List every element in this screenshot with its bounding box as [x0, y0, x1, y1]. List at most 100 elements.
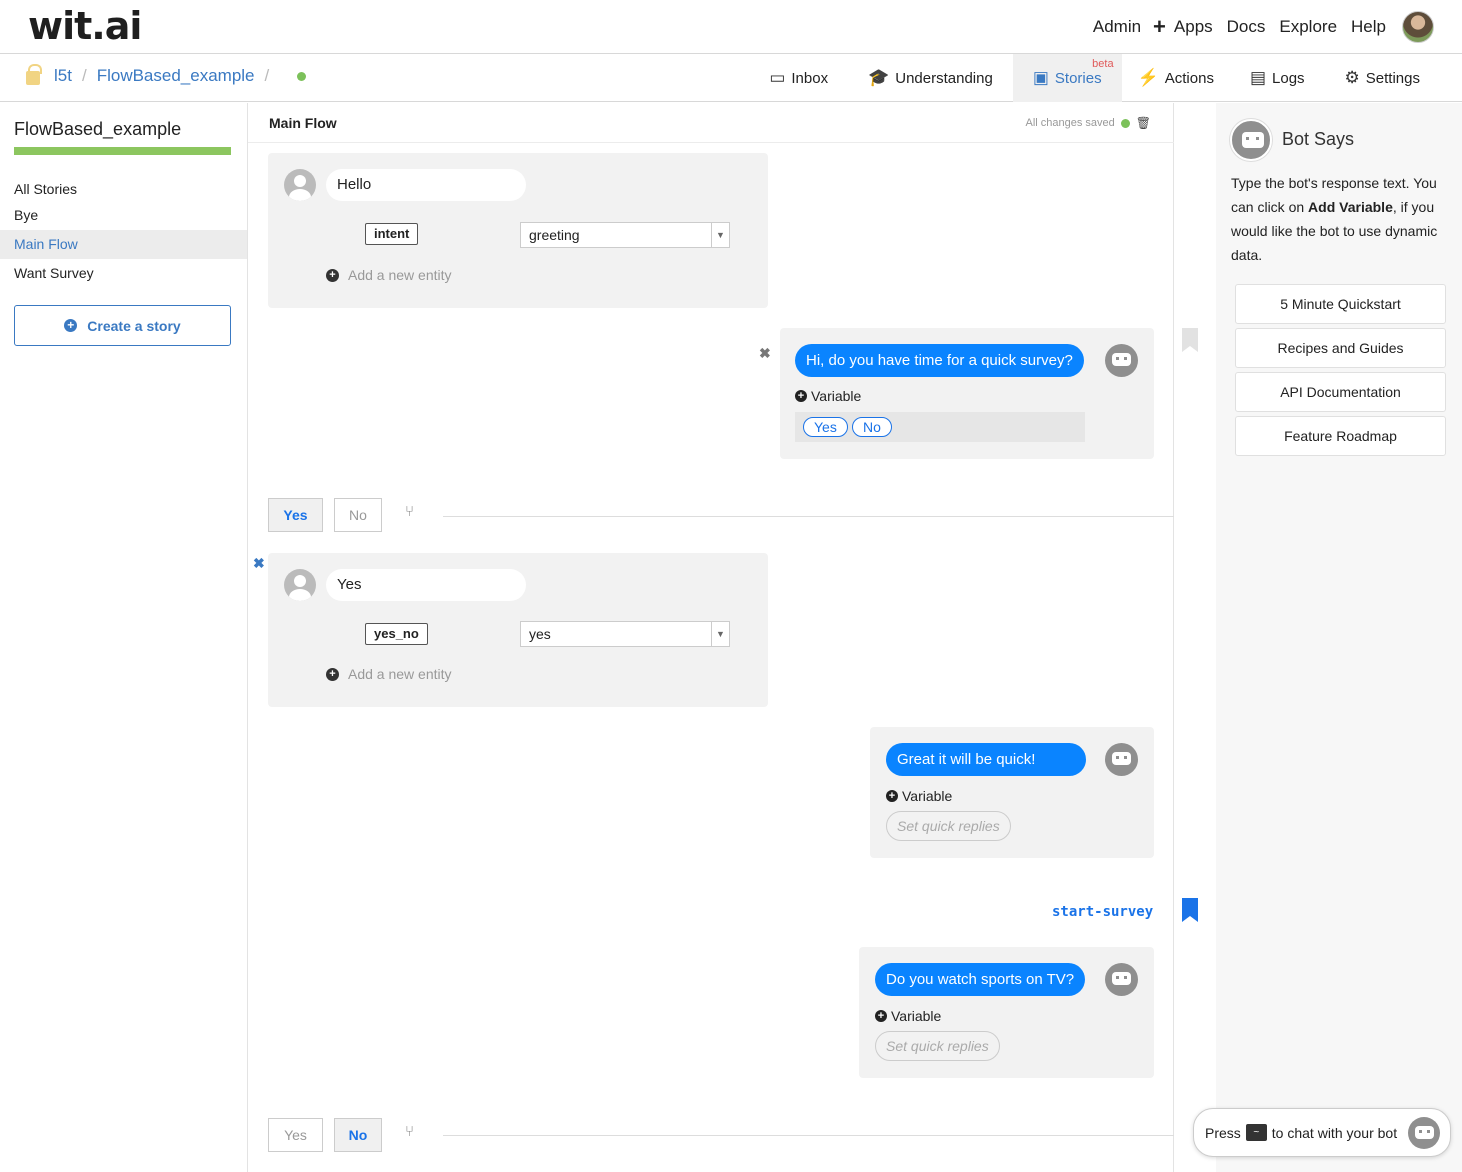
- progress-bar: [14, 147, 231, 155]
- branch-yes-button[interactable]: Yes: [268, 1118, 323, 1152]
- bot-avatar-icon: [1105, 743, 1138, 776]
- help-text-bold: Add Variable: [1308, 199, 1393, 215]
- variable-label: Variable: [902, 788, 953, 804]
- quick-reply-chip[interactable]: Yes: [803, 417, 848, 437]
- nav-explore[interactable]: Explore: [1279, 17, 1337, 37]
- bot-avatar-icon: [1105, 344, 1138, 377]
- image-icon: ▣: [1032, 68, 1049, 87]
- bot-message[interactable]: Great it will be quick!: [886, 743, 1086, 776]
- help-panel: Bot Says Type the bot's response text. Y…: [1216, 103, 1462, 1172]
- add-variable-button[interactable]: + Variable: [875, 1008, 941, 1024]
- story-editor: Main Flow All changes saved 🗑 Hello inte…: [248, 103, 1174, 1172]
- inbox-icon: ▭: [769, 68, 786, 87]
- tab-stories[interactable]: ▣ Stories beta: [1012, 54, 1122, 102]
- branch-icon[interactable]: ⑂: [405, 1123, 414, 1140]
- tab-label: Inbox: [791, 69, 829, 87]
- nav-admin[interactable]: Admin: [1093, 17, 1141, 37]
- all-stories-heading[interactable]: All Stories: [14, 181, 77, 197]
- tab-actions[interactable]: ⚡ Actions: [1122, 54, 1230, 102]
- tab-settings[interactable]: ⚙ Settings: [1325, 54, 1440, 102]
- story-item-main-flow[interactable]: Main Flow: [0, 230, 247, 259]
- entity-value-select[interactable]: greeting ▼: [520, 222, 730, 248]
- branch-no-button[interactable]: No: [334, 498, 382, 532]
- roadmap-link[interactable]: Feature Roadmap: [1235, 416, 1446, 456]
- user-avatar[interactable]: [1402, 11, 1434, 43]
- user-avatar-icon: [284, 169, 316, 201]
- saved-text: All changes saved: [1025, 117, 1115, 129]
- chevron-down-icon: ▼: [711, 223, 729, 247]
- create-story-label: Create a story: [87, 317, 181, 334]
- add-icon[interactable]: +: [1153, 14, 1166, 40]
- tab-label: Stories: [1054, 69, 1102, 87]
- add-entity-label: Add a new entity: [348, 666, 452, 682]
- divider: [248, 142, 1174, 143]
- tab-label: Understanding: [895, 69, 993, 87]
- wit-ai-logo[interactable]: wit.ai: [28, 4, 142, 48]
- entity-value: yes: [529, 626, 551, 642]
- tab-inbox[interactable]: ▭ Inbox: [749, 54, 848, 102]
- recipes-link[interactable]: Recipes and Guides: [1235, 328, 1446, 368]
- help-title: Bot Says: [1282, 129, 1355, 149]
- app-name: FlowBased_example: [14, 119, 182, 139]
- add-variable-button[interactable]: + Variable: [795, 388, 861, 404]
- entity-name-tag[interactable]: yes_no: [365, 623, 428, 645]
- user-turn-card: Hello intent greeting ▼ + Add a new enti…: [268, 153, 768, 308]
- saved-dot: [1120, 118, 1130, 128]
- user-message-input[interactable]: Yes: [326, 569, 526, 601]
- api-docs-link[interactable]: API Documentation: [1235, 372, 1446, 412]
- breadcrumb-separator: /: [81, 66, 87, 85]
- entity-value-select[interactable]: yes ▼: [520, 621, 730, 647]
- top-nav: Admin + Apps Docs Explore Help: [1079, 10, 1434, 44]
- plus-circle-icon: +: [875, 1010, 887, 1022]
- branch-icon[interactable]: ⑂: [405, 503, 414, 520]
- breadcrumb: l5t / FlowBased_example /: [26, 64, 307, 86]
- tab-logs[interactable]: ▤ Logs: [1230, 54, 1325, 102]
- tab-understanding[interactable]: 🎓 Understanding: [848, 54, 1013, 102]
- trash-icon[interactable]: 🗑: [1136, 116, 1151, 130]
- add-variable-button[interactable]: + Variable: [886, 788, 952, 804]
- add-entity-button[interactable]: + Add a new entity: [326, 267, 452, 283]
- set-quick-replies-input[interactable]: Set quick replies: [886, 811, 1011, 841]
- bot-avatar-icon: [1408, 1117, 1440, 1149]
- quick-reply-chip[interactable]: No: [852, 417, 892, 437]
- app-subheader: l5t / FlowBased_example / ▭ Inbox 🎓 Unde…: [0, 54, 1462, 102]
- graduation-cap-icon: 🎓: [868, 68, 890, 87]
- entity-name-tag[interactable]: intent: [365, 223, 419, 245]
- breadcrumb-app[interactable]: FlowBased_example: [97, 66, 255, 86]
- bot-message[interactable]: Do you watch sports on TV?: [875, 963, 1086, 996]
- bookmark-icon[interactable]: [1182, 898, 1198, 922]
- top-header: wit.ai Admin + Apps Docs Explore Help: [0, 0, 1462, 54]
- quickstart-link[interactable]: 5 Minute Quickstart: [1235, 284, 1446, 324]
- variable-label: Variable: [811, 388, 862, 404]
- bot-avatar-icon: [1105, 963, 1138, 996]
- nav-docs[interactable]: Docs: [1227, 17, 1266, 37]
- bookmark-icon[interactable]: [1182, 328, 1198, 352]
- branch-divider: [443, 516, 1174, 517]
- breadcrumb-owner[interactable]: l5t: [54, 66, 72, 86]
- create-story-button[interactable]: + Create a story: [14, 305, 231, 346]
- variable-label: Variable: [891, 1008, 942, 1024]
- bot-turn-card: Hi, do you have time for a quick survey?…: [780, 328, 1154, 459]
- nav-help[interactable]: Help: [1351, 17, 1386, 37]
- story-item-bye[interactable]: Bye: [0, 201, 247, 230]
- bot-turn-card: Great it will be quick! + Variable Set q…: [870, 727, 1154, 858]
- story-item-want-survey[interactable]: Want Survey: [0, 259, 247, 288]
- chat-with-bot-button[interactable]: Press ~ to chat with your bot: [1193, 1108, 1451, 1157]
- add-entity-button[interactable]: + Add a new entity: [326, 666, 452, 682]
- bookmark-label[interactable]: start-survey: [1052, 904, 1153, 920]
- plus-circle-icon: +: [326, 268, 339, 282]
- user-message-input[interactable]: Hello: [326, 169, 526, 201]
- bot-message[interactable]: Hi, do you have time for a quick survey?: [795, 344, 1084, 377]
- quick-replies-box[interactable]: Yes No: [795, 412, 1085, 442]
- branch-no-button[interactable]: No: [334, 1118, 382, 1152]
- stories-sidebar: FlowBased_example All Stories Bye Main F…: [0, 103, 248, 1172]
- plus-circle-icon: +: [326, 667, 339, 681]
- nav-apps[interactable]: Apps: [1174, 17, 1213, 37]
- delete-turn-icon[interactable]: ✖: [759, 345, 771, 362]
- set-quick-replies-input[interactable]: Set quick replies: [875, 1031, 1000, 1061]
- plus-circle-icon: +: [886, 790, 898, 802]
- branch-yes-button[interactable]: Yes: [268, 498, 323, 532]
- progress-fill: [14, 147, 231, 155]
- delete-turn-icon[interactable]: ✖: [253, 555, 265, 572]
- chat-prompt-post: to chat with your bot: [1271, 1124, 1398, 1141]
